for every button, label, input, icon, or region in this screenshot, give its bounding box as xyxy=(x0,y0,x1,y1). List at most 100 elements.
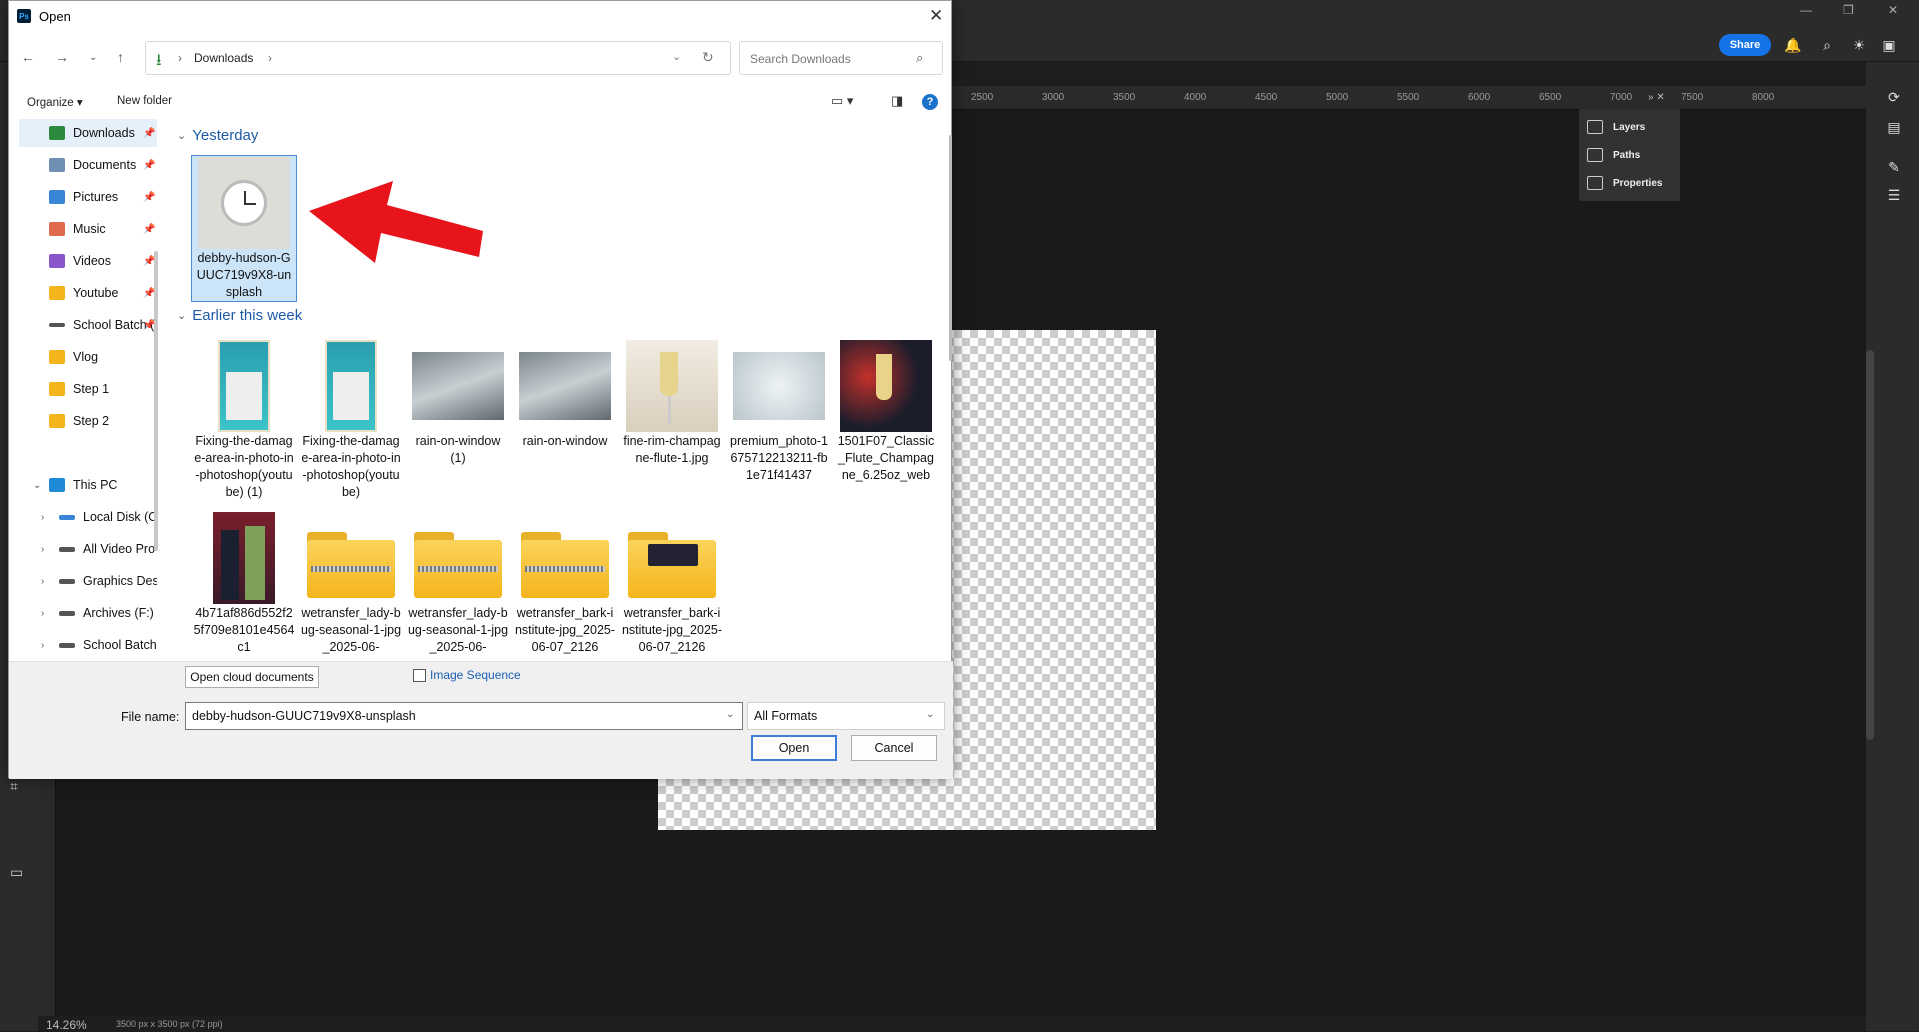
new-folder-button[interactable]: New folder xyxy=(117,95,172,107)
preview-pane-icon[interactable]: ◨ xyxy=(891,93,903,109)
file-thumbnail xyxy=(197,339,291,433)
panel-collapse-icon[interactable]: » ✕ xyxy=(1648,92,1665,103)
file-item[interactable]: Fixing-the-damage-area-in-photo-in-photo… xyxy=(298,339,404,501)
brush-icon[interactable]: ✎ xyxy=(1885,158,1903,176)
adjust-icon[interactable]: ☰ xyxy=(1885,186,1903,204)
history-icon[interactable]: ⟳ xyxy=(1885,88,1903,106)
bell-icon[interactable]: 🔔 xyxy=(1784,36,1802,54)
panel-properties[interactable]: Properties xyxy=(1587,173,1662,193)
downloads-icon xyxy=(49,126,65,140)
search-input[interactable]: Search Downloads xyxy=(750,52,851,66)
file-item[interactable]: wetransfer_bark-institute-jpg_2025-06-07… xyxy=(619,511,725,656)
file-item[interactable]: 4b71af886d552f25f709e8101e4564c1 xyxy=(191,511,297,656)
help-icon[interactable]: ? xyxy=(922,94,938,110)
search-box[interactable]: Search Downloads ⌕ xyxy=(739,41,943,75)
breadcrumb-chevron-icon[interactable]: › xyxy=(268,51,272,65)
crop-tool-icon[interactable]: ⌗ xyxy=(10,778,18,795)
clock-image xyxy=(198,157,290,249)
panel-paths[interactable]: Paths xyxy=(1587,145,1640,165)
sidebar-item-this-pc[interactable]: ⌄This PC xyxy=(19,471,157,499)
breadcrumb-downloads[interactable]: Downloads xyxy=(194,51,253,65)
chevron-right-icon[interactable]: › xyxy=(41,608,44,619)
address-dropdown-icon[interactable]: ⌄ xyxy=(672,50,681,63)
file-type-select[interactable]: All Formats ⌄ xyxy=(747,702,945,730)
open-cloud-documents-button[interactable]: Open cloud documents xyxy=(185,666,319,688)
sidebar-item-documents[interactable]: Documents📌 xyxy=(19,151,157,179)
lightbulb-icon[interactable]: ☀ xyxy=(1850,36,1868,54)
sidebar-item-step-2[interactable]: Step 2 xyxy=(19,407,157,435)
file-item[interactable]: Fixing-the-damage-area-in-photo-in-photo… xyxy=(191,339,297,501)
sidebar-item-pictures[interactable]: Pictures📌 xyxy=(19,183,157,211)
search-icon[interactable]: ⌕ xyxy=(1818,36,1836,54)
restore-icon[interactable]: ❐ xyxy=(1843,3,1854,17)
ruler-tick-label: 6500 xyxy=(1539,92,1561,103)
sidebar-item-drive[interactable]: ›School Batch xyxy=(19,631,157,659)
workspace-icon[interactable]: ▣ xyxy=(1880,36,1898,54)
chevron-right-icon[interactable]: › xyxy=(41,640,44,651)
pin-icon: 📌 xyxy=(143,128,155,139)
sidebar-item-youtube[interactable]: Youtube📌 xyxy=(19,279,157,307)
content-scrollbar[interactable] xyxy=(949,135,952,361)
file-item[interactable]: rain-on-window (1) xyxy=(405,339,511,467)
sidebar-item-drive[interactable]: ›Archives (F:) xyxy=(19,599,157,627)
sidebar-item-label: Pictures xyxy=(73,190,118,204)
minimize-icon[interactable]: — xyxy=(1800,3,1812,17)
file-item[interactable]: premium_photo-1675712213211-fb1e71f41437 xyxy=(726,339,832,484)
recent-locations-icon[interactable]: ⌄ xyxy=(89,52,97,63)
file-item[interactable]: fine-rim-champagne-flute-1.jpg xyxy=(619,339,725,467)
view-icon[interactable]: ▭ ▾ xyxy=(831,93,853,109)
group-yesterday-label: Yesterday xyxy=(192,127,258,144)
ruler-tick-label: 7500 xyxy=(1681,92,1703,103)
share-button[interactable]: Share xyxy=(1719,34,1771,56)
file-item[interactable]: wetransfer_bark-institute-jpg_2025-06-07… xyxy=(512,511,618,656)
file-item[interactable]: wetransfer_lady-bug-seasonal-1-jpg_2025-… xyxy=(298,511,404,656)
address-bar[interactable]: ⭳ › Downloads › ⌄ ↻ xyxy=(145,41,731,75)
sidebar-item-drive[interactable]: ›All Video Pro xyxy=(19,535,157,563)
sidebar-item-step-1[interactable]: Step 1 xyxy=(19,375,157,403)
image-sequence-checkbox[interactable] xyxy=(413,669,426,682)
frame-tool-icon[interactable]: ▭ xyxy=(10,864,23,881)
forward-arrow-icon[interactable]: → xyxy=(55,49,69,65)
poster-image xyxy=(325,340,377,432)
dialog-title: Open xyxy=(39,9,71,24)
refresh-icon[interactable]: ↻ xyxy=(702,49,714,66)
cancel-button[interactable]: Cancel xyxy=(851,735,937,761)
close-window-icon[interactable]: ✕ xyxy=(1888,3,1898,17)
chevron-right-icon[interactable]: › xyxy=(41,512,44,523)
sidebar-item-music[interactable]: Music📌 xyxy=(19,215,157,243)
back-arrow-icon[interactable]: ← xyxy=(21,49,35,65)
image-sequence-option[interactable]: Image Sequence xyxy=(413,668,521,682)
file-item[interactable]: wetransfer_lady-bug-seasonal-1-jpg_2025-… xyxy=(405,511,511,656)
file-item[interactable]: 1501F07_Classic_Flute_Champagne_6.25oz_w… xyxy=(833,339,939,484)
open-button[interactable]: Open xyxy=(751,735,837,761)
up-arrow-icon[interactable]: ↑ xyxy=(117,49,124,65)
organize-menu[interactable]: Organize ▾ xyxy=(27,95,83,109)
chevron-right-icon[interactable]: › xyxy=(41,544,44,555)
sidebar-item-videos[interactable]: Videos📌 xyxy=(19,247,157,275)
sidebar-item-school-batch[interactable]: School Batch (📌 xyxy=(19,311,157,339)
search-icon[interactable]: ⌕ xyxy=(916,50,923,66)
close-icon[interactable]: ✕ xyxy=(929,6,943,26)
zoom-level[interactable]: 14.26% xyxy=(46,1018,87,1032)
sidebar-item-vlog[interactable]: Vlog xyxy=(19,343,157,371)
sidebar-item-drive[interactable]: ›Graphics Des xyxy=(19,567,157,595)
file-item[interactable]: debby-hudson-GUUC719v9X8-unsplash xyxy=(191,155,297,302)
image-sequence-label: Image Sequence xyxy=(430,668,521,682)
sidebar-item-downloads[interactable]: Downloads📌 xyxy=(19,119,157,147)
chevron-down-icon[interactable]: ⌄ xyxy=(926,709,934,720)
chevron-down-icon[interactable]: ⌄ xyxy=(33,480,41,491)
champagne-glass-image xyxy=(626,340,718,432)
group-header-earlier[interactable]: ⌄Earlier this week xyxy=(177,307,302,324)
comment-icon[interactable]: ▤ xyxy=(1885,118,1903,136)
file-item[interactable]: rain-on-window xyxy=(512,339,618,450)
red-arrow-shape xyxy=(309,181,483,263)
panel-layers[interactable]: Layers xyxy=(1587,117,1645,137)
chevron-down-icon[interactable]: ⌄ xyxy=(726,709,734,720)
group-header-yesterday[interactable]: ⌄Yesterday xyxy=(177,127,258,144)
file-name-field[interactable]: debby-hudson-GUUC719v9X8-unsplash ⌄ xyxy=(185,702,743,730)
sidebar-scrollbar[interactable] xyxy=(154,251,158,551)
properties-icon xyxy=(1587,176,1603,190)
vertical-scrollbar[interactable] xyxy=(1866,350,1874,740)
chevron-right-icon[interactable]: › xyxy=(41,576,44,587)
sidebar-item-drive[interactable]: ›Local Disk (C: xyxy=(19,503,157,531)
